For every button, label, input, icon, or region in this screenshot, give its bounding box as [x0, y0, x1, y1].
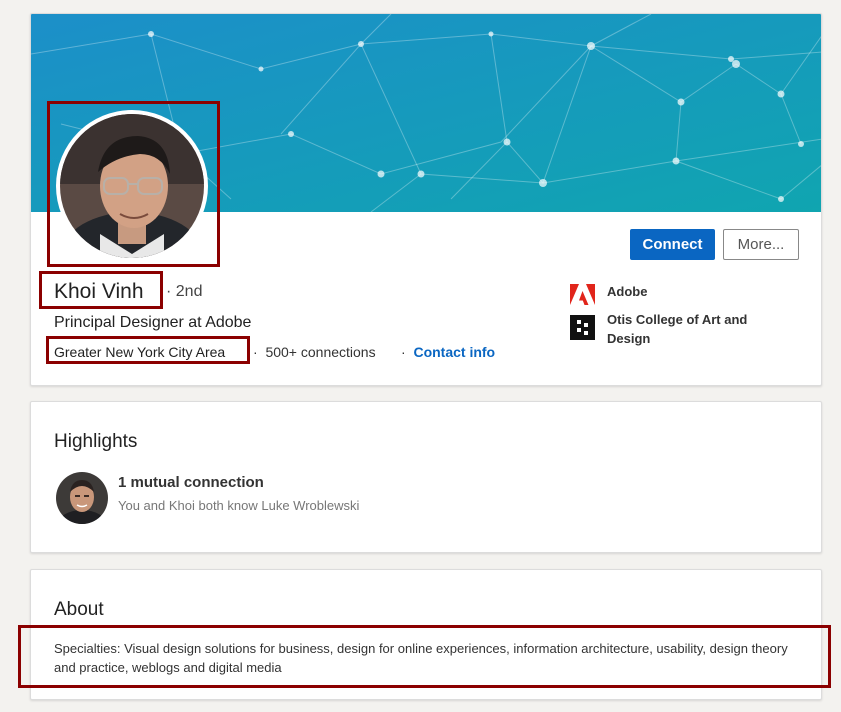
mutual-connection-subtitle: You and Khoi both know Luke Wroblewski [118, 498, 360, 513]
about-title: About [54, 599, 104, 620]
experience-label-adobe: Adobe [607, 284, 648, 299]
experience-item-adobe[interactable]: Adobe [570, 282, 777, 307]
more-button[interactable]: More... [723, 229, 799, 260]
contact-info-group: · Contact info [401, 344, 495, 360]
adobe-logo-icon [570, 284, 595, 305]
profile-headline: Principal Designer at Adobe [54, 314, 252, 331]
highlights-title: Highlights [54, 431, 138, 452]
mutual-connection-title[interactable]: 1 mutual connection [118, 474, 264, 491]
highlights-card: Highlights 1 mutual connection You and K… [30, 401, 822, 553]
connections-count: 500+ connections [265, 344, 376, 360]
connection-degree: · 2nd [166, 283, 202, 301]
connections-separator: · [253, 344, 258, 360]
mutual-connection-avatar[interactable] [56, 472, 108, 524]
about-highlight-box [18, 625, 831, 688]
name-highlight-box [39, 271, 163, 309]
experience-item-otis[interactable]: Otis College of Art and Design [570, 310, 777, 348]
connect-button[interactable]: Connect [630, 229, 715, 260]
experience-label-otis: Otis College of Art and Design [607, 312, 748, 346]
degree-separator: · [166, 283, 172, 300]
connections-info: · 500+ connections [253, 344, 376, 360]
contact-separator: · [401, 344, 406, 360]
contact-info-link[interactable]: Contact info [413, 344, 495, 360]
location-highlight-box [46, 336, 250, 364]
degree-label: 2nd [175, 283, 203, 300]
avatar-highlight-box [47, 101, 220, 267]
otis-logo-icon [570, 315, 595, 340]
mutual-connection-photo [56, 472, 108, 524]
